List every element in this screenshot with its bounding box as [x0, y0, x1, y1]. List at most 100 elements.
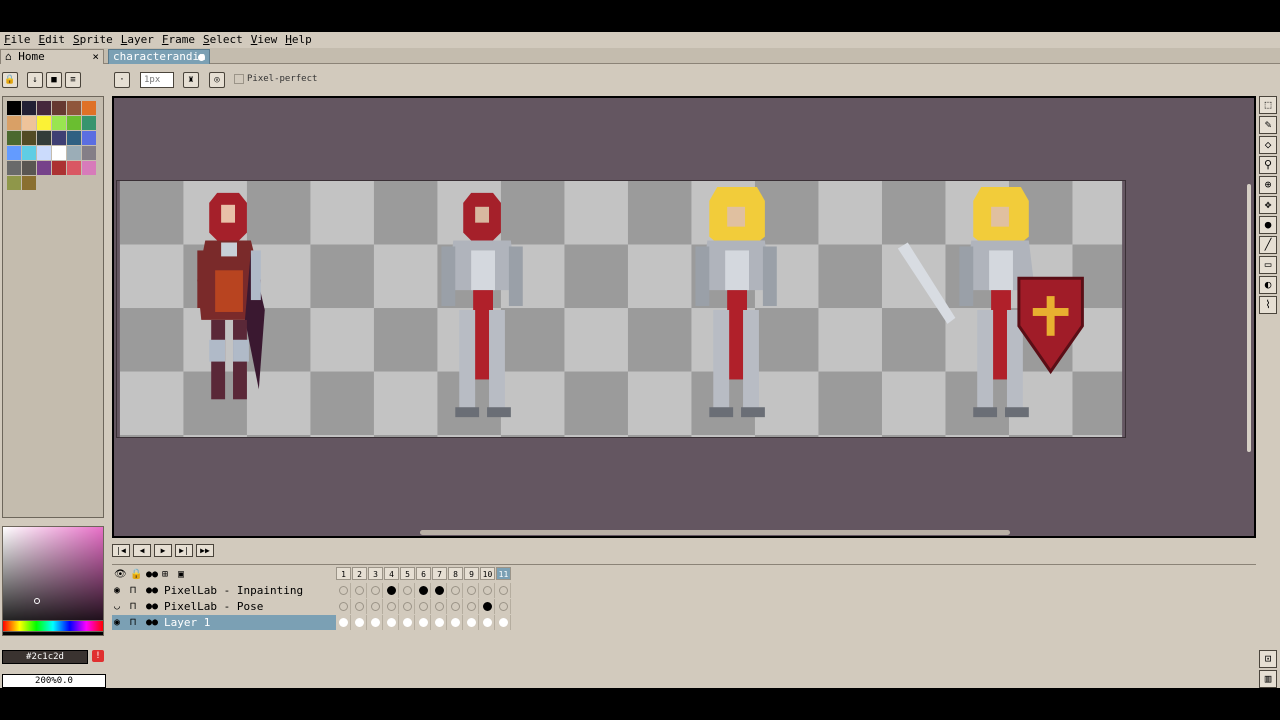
palette-swatch[interactable]	[52, 146, 66, 160]
continuous-icon[interactable]: ●●	[146, 569, 158, 581]
palette-swatch[interactable]	[37, 101, 51, 115]
blur-icon[interactable]: ⌇	[1259, 296, 1277, 314]
layer-row[interactable]: ◉ ⊓ ●● PixelLab - Inpainting	[112, 583, 512, 599]
palette-swatch[interactable]	[52, 131, 66, 145]
color-cursor-icon[interactable]	[34, 598, 40, 604]
palette-swatch[interactable]	[22, 101, 36, 115]
eyedropper-icon[interactable]: ⚲	[1259, 156, 1277, 174]
timeline-cel[interactable]	[480, 583, 495, 598]
timeline-cel[interactable]	[496, 583, 511, 598]
menu-layer[interactable]: Layer	[117, 32, 158, 48]
palette-swatch[interactable]	[22, 161, 36, 175]
timeline-cel[interactable]	[432, 599, 447, 614]
timeline-cel[interactable]	[432, 583, 447, 598]
timeline-cel[interactable]	[368, 599, 383, 614]
continuous-icon[interactable]: ●●	[146, 585, 158, 597]
palette-swatch[interactable]	[52, 161, 66, 175]
opacity-icon[interactable]: ◎	[209, 72, 225, 88]
palette-swatch[interactable]	[67, 101, 81, 115]
eraser-icon[interactable]: ◇	[1259, 136, 1277, 154]
square-icon[interactable]: ■	[46, 72, 62, 88]
timeline-cel[interactable]	[480, 615, 495, 630]
horizontal-scrollbar[interactable]	[420, 530, 1010, 535]
warning-icon[interactable]: !	[92, 650, 104, 662]
palette-swatch[interactable]	[82, 116, 96, 130]
timeline-cel[interactable]	[432, 615, 447, 630]
menu-help[interactable]: Help	[281, 32, 316, 48]
palette-swatch[interactable]	[22, 176, 36, 190]
palette-swatch[interactable]	[7, 131, 21, 145]
frame-header[interactable]: 8	[448, 567, 463, 580]
checkbox-icon[interactable]	[234, 74, 244, 84]
close-icon[interactable]: ×	[92, 50, 99, 64]
palette-swatch[interactable]	[7, 116, 21, 130]
timeline-cel[interactable]	[464, 615, 479, 630]
actual-size-icon[interactable]: ⊡	[1259, 650, 1277, 668]
frame-header[interactable]: 9	[464, 567, 479, 580]
palette-swatch[interactable]	[37, 146, 51, 160]
layer-row[interactable]: ◡ ⊓ ●● PixelLab - Pose	[112, 599, 512, 615]
first-frame-icon[interactable]: |◀	[112, 544, 130, 557]
frame-header[interactable]: 2	[352, 567, 367, 580]
palette-swatch[interactable]	[7, 161, 21, 175]
play-icon[interactable]: ▶	[154, 544, 172, 557]
palette-swatch[interactable]	[37, 116, 51, 130]
arrow-down-icon[interactable]: ↓	[27, 72, 43, 88]
rectangle-icon[interactable]: ▭	[1259, 256, 1277, 274]
timeline-cel[interactable]	[368, 615, 383, 630]
timeline-cel[interactable]	[400, 599, 415, 614]
frame-props-icon[interactable]: ▣	[178, 569, 184, 581]
lock-icon[interactable]: ⊓	[130, 585, 136, 597]
timeline-cel[interactable]	[336, 583, 351, 598]
timeline-cel[interactable]	[448, 599, 463, 614]
tab-home[interactable]: ⌂ Home ×	[0, 49, 104, 64]
frame-header[interactable]: 1	[336, 567, 351, 580]
timeline-cel[interactable]	[416, 599, 431, 614]
menu-sprite[interactable]: Sprite	[69, 32, 117, 48]
palette-swatch[interactable]	[82, 161, 96, 175]
timeline-cel[interactable]	[416, 583, 431, 598]
timeline-cel[interactable]	[384, 583, 399, 598]
timeline-cel[interactable]	[352, 583, 367, 598]
pencil-icon[interactable]: ✎	[1259, 116, 1277, 134]
palette-swatch[interactable]	[52, 116, 66, 130]
eye-closed-icon[interactable]: ◡	[114, 601, 120, 613]
move-icon[interactable]: ✥	[1259, 196, 1277, 214]
timeline-cel[interactable]	[480, 599, 495, 614]
timeline-cel[interactable]	[352, 599, 367, 614]
panel-toggle-icon[interactable]: ▥	[1259, 670, 1277, 688]
lock-icon[interactable]: 🔒	[130, 569, 142, 581]
palette-swatch[interactable]	[37, 161, 51, 175]
pixel-perfect-toggle[interactable]: Pixel-perfect	[234, 74, 317, 84]
ink-icon[interactable]: ♜	[183, 72, 199, 88]
menu-view[interactable]: View	[247, 32, 282, 48]
palette-swatch[interactable]	[67, 131, 81, 145]
layer-row[interactable]: ◉ ⊓ ●● Layer 1	[112, 615, 512, 631]
lock-icon[interactable]: ⊓	[130, 601, 136, 613]
canvas-workarea[interactable]	[112, 96, 1256, 538]
palette-swatch[interactable]	[22, 146, 36, 160]
palette-swatch[interactable]	[82, 146, 96, 160]
timeline-cel[interactable]	[336, 615, 351, 630]
zoom-icon[interactable]: ⊕	[1259, 176, 1277, 194]
frame-header[interactable]: 10	[480, 567, 495, 580]
frame-header[interactable]: 11	[496, 567, 511, 580]
sprite-canvas[interactable]	[116, 180, 1126, 438]
timeline-cel[interactable]	[400, 615, 415, 630]
vertical-scrollbar[interactable]	[1247, 184, 1251, 452]
palette-swatch[interactable]	[7, 101, 21, 115]
brush-size-input[interactable]: 1px	[140, 72, 174, 88]
frame-header[interactable]: 7	[432, 567, 447, 580]
timeline-cel[interactable]	[384, 599, 399, 614]
frame-header[interactable]: 3	[368, 567, 383, 580]
palette-swatch[interactable]	[52, 101, 66, 115]
hex-color-field[interactable]: #2c1c2d	[2, 650, 88, 664]
menu-frame[interactable]: Frame	[158, 32, 199, 48]
timeline-cel[interactable]	[464, 583, 479, 598]
tab-document[interactable]: characterandin	[108, 49, 210, 64]
palette-swatch[interactable]	[22, 131, 36, 145]
palette-swatch[interactable]	[67, 146, 81, 160]
palette-swatch[interactable]	[7, 146, 21, 160]
timeline-cel[interactable]	[368, 583, 383, 598]
zoom-field[interactable]: 200%0.0	[2, 674, 106, 688]
